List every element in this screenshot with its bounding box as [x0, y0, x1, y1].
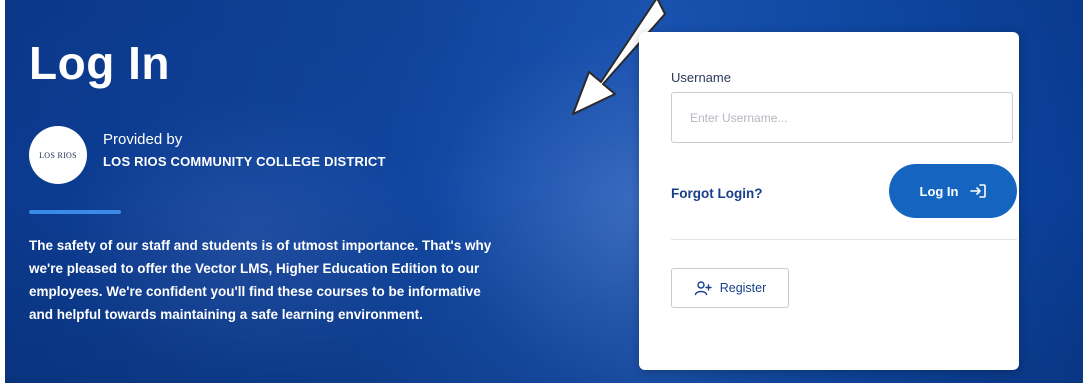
form-divider: [671, 239, 1017, 240]
forgot-login-link[interactable]: Forgot Login?: [671, 186, 762, 201]
add-user-icon: [694, 280, 712, 296]
login-button[interactable]: Log In: [889, 164, 1017, 218]
login-page-banner: Log In LOS RIOS Provided by LOS RIOS COM…: [5, 0, 1083, 383]
provided-by-label: Provided by: [103, 131, 183, 148]
los-rios-logo: LOS RIOS: [29, 126, 87, 184]
login-arrow-icon: [969, 183, 987, 199]
provider-block: LOS RIOS Provided by LOS RIOS COMMUNITY …: [29, 126, 386, 184]
intro-description: The safety of our staff and students is …: [29, 238, 492, 322]
accent-divider: [29, 210, 121, 214]
login-card: Username Forgot Login? Log In Regist: [639, 32, 1019, 370]
logo-text: LOS RIOS: [39, 150, 77, 160]
provider-name: LOS RIOS COMMUNITY COLLEGE DISTRICT: [103, 154, 386, 169]
login-button-label: Log In: [919, 183, 959, 199]
username-input[interactable]: [671, 92, 1013, 143]
provider-text: Provided by LOS RIOS COMMUNITY COLLEGE D…: [103, 131, 386, 169]
register-button[interactable]: Register: [671, 268, 789, 308]
username-label: Username: [671, 70, 731, 85]
register-button-label: Register: [719, 281, 767, 295]
page-title: Log In: [29, 37, 170, 89]
